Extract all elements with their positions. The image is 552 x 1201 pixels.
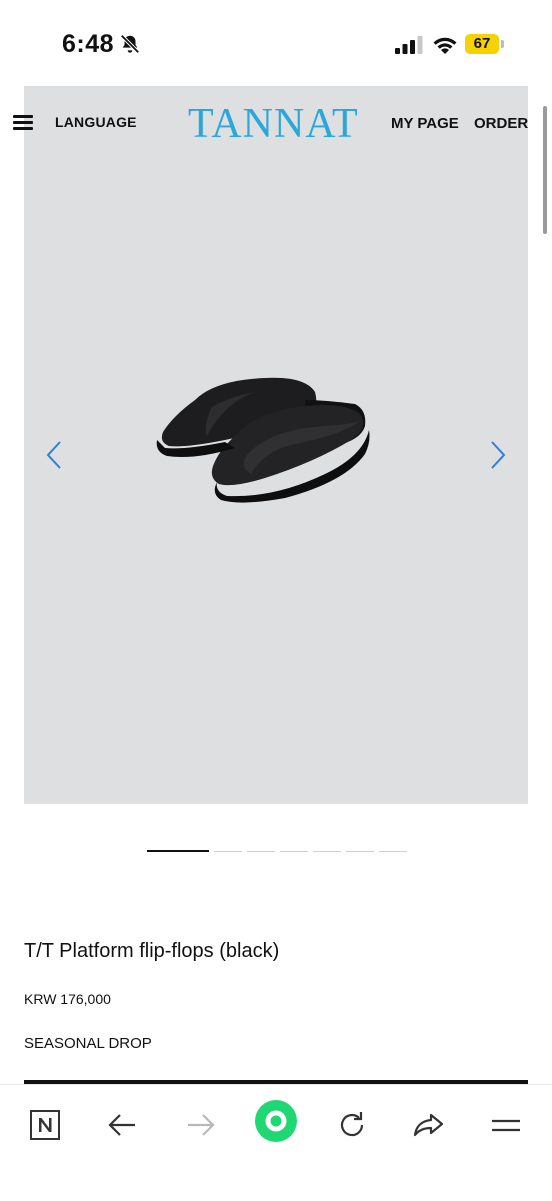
- status-bar: 6:48 67: [0, 0, 552, 86]
- chevron-left-icon[interactable]: [44, 440, 66, 470]
- language-link[interactable]: LANGUAGE: [55, 114, 137, 130]
- browser-toolbar: [0, 1084, 552, 1201]
- carousel-indicator[interactable]: [147, 850, 407, 853]
- wifi-icon: [433, 37, 457, 54]
- product-title: T/T Platform flip-flops (black): [24, 940, 280, 962]
- slide-dot[interactable]: [379, 851, 407, 852]
- reload-icon[interactable]: [334, 1107, 370, 1143]
- scrollbar-thumb[interactable]: [543, 106, 547, 234]
- battery-percent: 67: [473, 35, 491, 52]
- slide-dot[interactable]: [346, 851, 374, 852]
- share-icon[interactable]: [411, 1107, 447, 1143]
- bell-slash-icon: [120, 34, 140, 54]
- status-time: 6:48: [62, 30, 115, 58]
- order-link[interactable]: ORDER: [474, 115, 528, 132]
- slide-dot[interactable]: [214, 851, 242, 852]
- menu-icon[interactable]: [488, 1107, 524, 1143]
- chevron-right-icon[interactable]: [486, 440, 508, 470]
- forward-icon[interactable]: [182, 1107, 218, 1143]
- slide-dot[interactable]: [247, 851, 275, 852]
- product-photo: [156, 377, 370, 503]
- slide-dot-active[interactable]: [147, 850, 209, 852]
- my-page-link[interactable]: MY PAGE: [391, 115, 459, 132]
- signal-icon: [395, 36, 423, 54]
- hamburger-icon[interactable]: [13, 115, 33, 131]
- battery-icon: 67: [465, 34, 505, 54]
- slide-dot[interactable]: [280, 851, 308, 852]
- slide-dot[interactable]: [313, 851, 341, 852]
- naver-icon[interactable]: [28, 1107, 64, 1143]
- back-icon[interactable]: [105, 1107, 141, 1143]
- product-tag: SEASONAL DROP: [24, 1035, 152, 1052]
- brand-logo[interactable]: TANNAT: [188, 100, 359, 148]
- home-icon[interactable]: [254, 1099, 298, 1143]
- product-price: KRW 176,000: [24, 991, 111, 1007]
